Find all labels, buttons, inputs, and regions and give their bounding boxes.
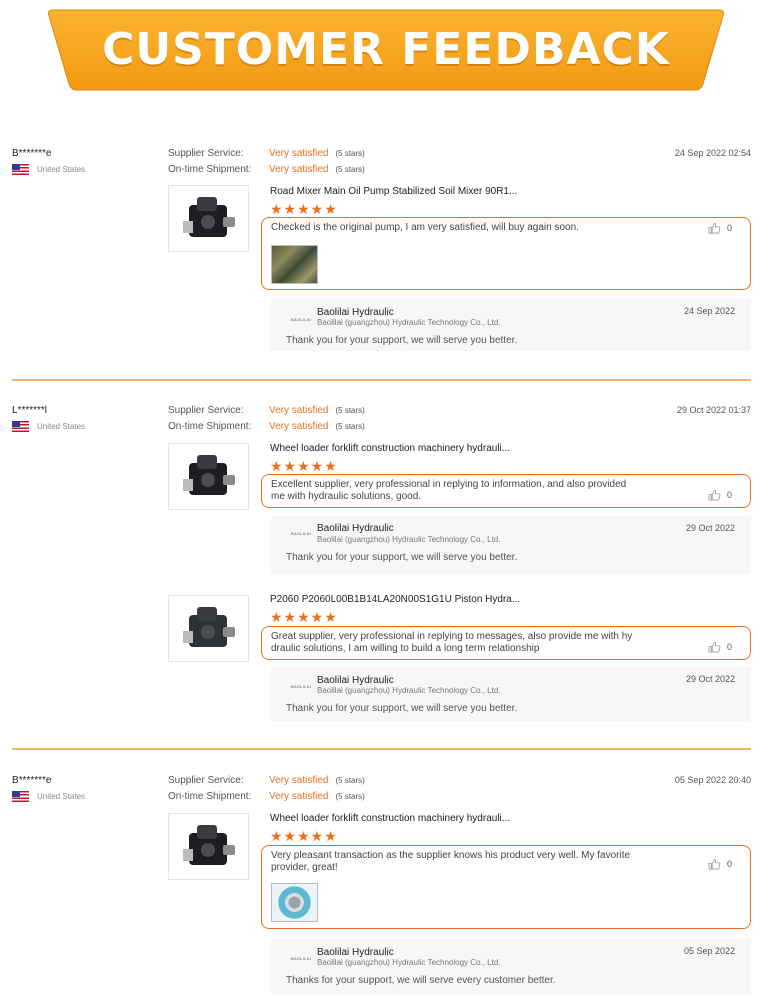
like-button[interactable]: 0 <box>708 641 732 653</box>
supplier-name: Baolilai Hydraulic <box>317 675 394 686</box>
supplier-reply: BAOLILAI Baolilai Hydraulic Baolilai (gu… <box>271 667 751 721</box>
supplier-logo: BAOLILAI <box>290 955 312 961</box>
us-flag-icon <box>12 164 29 175</box>
product-title-link[interactable]: Road Mixer Main Oil Pump Stabilized Soil… <box>270 186 517 197</box>
supplier-reply: BAOLILAI Baolilai Hydraulic Baolilai (gu… <box>271 299 751 351</box>
supplier-reply: BAOLILAI Baolilai Hydraulic Baolilai (gu… <box>271 516 751 574</box>
comment-box: Great supplier, very professional in rep… <box>261 626 751 660</box>
product-title-link[interactable]: Wheel loader forklift construction machi… <box>270 813 510 824</box>
supplier-name: Baolilai Hydraulic <box>317 947 394 958</box>
reply-date: 29 Oct 2022 <box>685 523 735 533</box>
supplier-logo: BAOLILAI <box>290 316 312 322</box>
comment-text: Checked is the original pump, I am very … <box>271 222 579 233</box>
supplier-logo: BAOLILAI <box>290 683 312 689</box>
product-star-rating: ★★★★★ <box>270 828 338 844</box>
supplier-company: Baolilai (guangzhou) Hydraulic Technolog… <box>317 535 501 544</box>
like-button[interactable]: 0 <box>708 222 732 234</box>
feedback-banner: CUSTOMER FEEDBACK <box>47 8 725 92</box>
supplier-company: Baolilai (guangzhou) Hydraulic Technolog… <box>317 318 501 327</box>
product-star-rating: ★★★★★ <box>270 609 338 625</box>
reviewer-country: United States <box>12 164 85 175</box>
us-flag-icon <box>12 421 29 432</box>
product-image[interactable] <box>168 595 249 662</box>
comment-text: Very pleasant transaction as the supplie… <box>271 850 631 873</box>
reply-date: 05 Sep 2022 <box>683 946 735 956</box>
comment-text: Excellent supplier, very professional in… <box>271 479 627 502</box>
like-button[interactable]: 0 <box>708 858 732 870</box>
product-image[interactable] <box>168 813 249 880</box>
supplier-name: Baolilai Hydraulic <box>317 523 394 534</box>
supplier-reply: BAOLILAI Baolilai Hydraulic Baolilai (gu… <box>271 939 751 995</box>
reply-text: Thank you for your support, we will serv… <box>286 335 518 346</box>
reply-date: 29 Oct 2022 <box>685 674 735 684</box>
thumbs-up-icon <box>708 858 721 870</box>
review-date: 24 Sep 2022 02:54 <box>674 148 751 158</box>
review-divider <box>12 748 751 750</box>
reply-text: Thanks for your support, we will serve e… <box>286 975 556 986</box>
review-date: 05 Sep 2022 20:40 <box>674 775 751 785</box>
banner-title: CUSTOMER FEEDBACK <box>102 24 670 75</box>
reviewer-name: B*******e <box>12 775 52 786</box>
ontime-shipment-rating: On-time Shipment: Very satisfied (5 star… <box>168 791 365 802</box>
supplier-service-rating: Supplier Service: Very satisfied (5 star… <box>168 775 365 786</box>
supplier-logo: BAOLILAI <box>290 530 312 536</box>
supplier-company: Baolilai (guangzhou) Hydraulic Technolog… <box>317 686 501 695</box>
supplier-company: Baolilai (guangzhou) Hydraulic Technolog… <box>317 958 501 967</box>
ontime-shipment-rating: On-time Shipment: Very satisfied (5 star… <box>168 421 365 432</box>
product-star-rating: ★★★★★ <box>270 458 338 474</box>
reviewer-country: United States <box>12 791 85 802</box>
comment-box: Very pleasant transaction as the supplie… <box>261 845 751 929</box>
ontime-shipment-rating: On-time Shipment: Very satisfied (5 star… <box>168 164 365 175</box>
supplier-name: Baolilai Hydraulic <box>317 307 394 318</box>
product-image[interactable] <box>168 185 249 252</box>
product-image[interactable] <box>168 443 249 510</box>
reply-date: 24 Sep 2022 <box>683 306 735 316</box>
thumbs-up-icon <box>708 489 721 501</box>
product-title-link[interactable]: P2060 P2060L00B1B14LA20N00S1G1U Piston H… <box>270 594 520 605</box>
reply-text: Thank you for your support, we will serv… <box>286 703 518 714</box>
like-button[interactable]: 0 <box>708 489 732 501</box>
comment-photo[interactable] <box>271 883 318 922</box>
reviewer-name: L*******l <box>12 405 48 416</box>
comment-box: Excellent supplier, very professional in… <box>261 474 751 508</box>
supplier-service-rating: Supplier Service: Very satisfied (5 star… <box>168 148 365 159</box>
reply-text: Thank you for your support, we will serv… <box>286 552 518 563</box>
us-flag-icon <box>12 791 29 802</box>
thumbs-up-icon <box>708 222 721 234</box>
reviewer-name: B*******e <box>12 148 52 159</box>
supplier-service-rating: Supplier Service: Very satisfied (5 star… <box>168 405 365 416</box>
comment-box: Checked is the original pump, I am very … <box>261 217 751 290</box>
review-divider <box>12 379 751 381</box>
comment-photo[interactable] <box>271 245 318 284</box>
review-date: 29 Oct 2022 01:37 <box>676 405 751 415</box>
product-star-rating: ★★★★★ <box>270 201 338 217</box>
thumbs-up-icon <box>708 641 721 653</box>
comment-text: Great supplier, very professional in rep… <box>271 631 633 654</box>
product-title-link[interactable]: Wheel loader forklift construction machi… <box>270 443 510 454</box>
reviewer-country: United States <box>12 421 85 432</box>
